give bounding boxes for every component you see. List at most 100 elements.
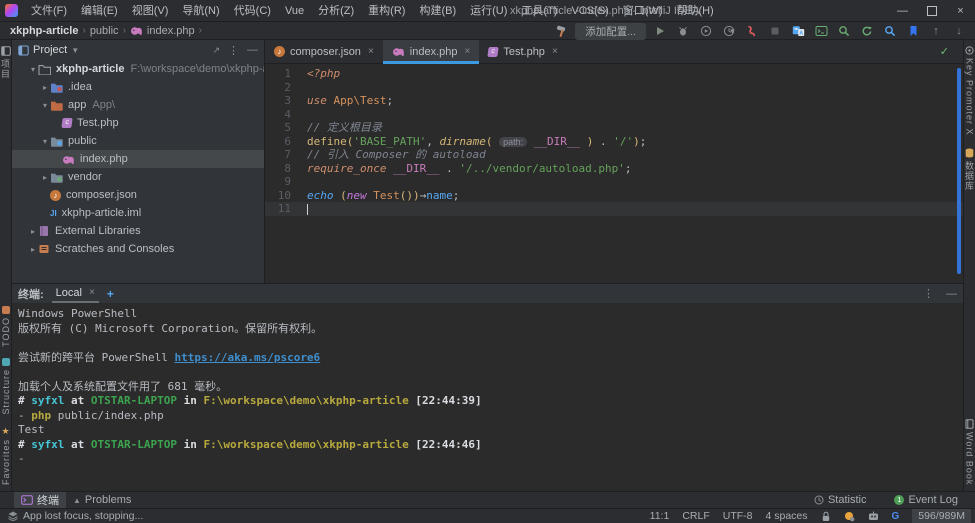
close-icon[interactable]: ×: [552, 46, 558, 57]
code-line: 7// 引入 Composer 的 autoload: [265, 148, 963, 162]
menu-item[interactable]: 代码(C): [227, 0, 278, 22]
profiler-icon[interactable]: ▾: [721, 23, 737, 39]
stripe-button-数据库[interactable]: 数据库: [963, 148, 975, 191]
stop-icon[interactable]: [767, 23, 783, 39]
line-ending-widget[interactable]: CRLF: [682, 510, 709, 522]
editor-tab-Test.php[interactable]: cTest.php×: [479, 40, 566, 63]
stripe-button-Key Promoter X[interactable]: Key Promoter X: [965, 46, 975, 136]
menu-item[interactable]: 文件(F): [24, 0, 74, 22]
tree-item-composer.json[interactable]: ♪composer.json: [12, 186, 264, 204]
tree-chevron-icon[interactable]: ▸: [28, 227, 38, 236]
terminal-output[interactable]: Windows PowerShell版权所有 (C) Microsoft Cor…: [12, 303, 963, 467]
notification-gear-icon[interactable]: [844, 511, 855, 522]
code-line: 3use App\Test;: [265, 94, 963, 108]
translate-icon[interactable]: [790, 23, 806, 39]
editor-tab-composer.json[interactable]: ♪composer.json×: [265, 40, 383, 63]
tree-item-vendor[interactable]: ▸vendor: [12, 168, 264, 186]
tree-item-index.php[interactable]: index.php: [12, 150, 264, 168]
stripe-button-Favorites[interactable]: ★Favorites: [1, 427, 11, 485]
lock-icon[interactable]: [821, 511, 831, 522]
hide-panel-icon[interactable]: —: [247, 44, 258, 57]
clock-icon: [814, 495, 824, 505]
stripe-button-Structure[interactable]: Structure: [1, 358, 11, 415]
menu-item[interactable]: 运行(U): [463, 0, 514, 22]
tree-item-xkphp-article.iml[interactable]: JIxkphp-article.iml: [12, 204, 264, 222]
breadcrumb-item[interactable]: index.php: [147, 25, 195, 37]
build-hammer-icon[interactable]: [553, 23, 569, 39]
terminal-line: # syfxl at OTSTAR-LAPTOP in F:\workspace…: [18, 394, 963, 409]
stripe-button-TODO[interactable]: TODO: [1, 306, 11, 347]
inspection-ok-icon[interactable]: ✓: [940, 45, 949, 58]
stripe-button-项目[interactable]: 项目: [0, 46, 12, 79]
menu-item[interactable]: 编辑(E): [74, 0, 125, 22]
close-button[interactable]: ×: [946, 0, 975, 22]
run-icon[interactable]: [652, 23, 668, 39]
project-view-selector[interactable]: Project: [33, 44, 67, 56]
tree-item-Scratches and Consoles[interactable]: ▸Scratches and Consoles: [12, 240, 264, 258]
replace-icon[interactable]: [859, 23, 875, 39]
coverage-icon[interactable]: [698, 23, 714, 39]
tree-chevron-icon[interactable]: ▾: [40, 101, 50, 110]
run-configuration-selector[interactable]: 添加配置...: [575, 23, 646, 40]
tree-item-app[interactable]: ▾appApp\: [12, 96, 264, 114]
terminal-link[interactable]: https://aka.ms/pscore6: [174, 351, 320, 364]
options-menu-icon[interactable]: ⋮: [228, 44, 239, 57]
tree-item-.idea[interactable]: ▸.idea: [12, 78, 264, 96]
background-tasks-icon[interactable]: [8, 511, 18, 521]
tree-item-public[interactable]: ▾public: [12, 132, 264, 150]
hide-panel-icon[interactable]: —: [946, 287, 957, 300]
options-menu-icon[interactable]: ⋮: [923, 287, 934, 300]
minimize-button[interactable]: —: [888, 0, 917, 22]
find-icon[interactable]: [882, 23, 898, 39]
toolwindow-terminal-button[interactable]: 终端: [14, 492, 66, 508]
memory-indicator[interactable]: 596/989M: [912, 509, 971, 523]
maximize-button[interactable]: [917, 0, 946, 22]
menu-item[interactable]: 导航(N): [175, 0, 226, 22]
toolwindow-problems-button[interactable]: ▲ Problems: [66, 492, 138, 508]
debug-icon[interactable]: [675, 23, 691, 39]
breadcrumb-item[interactable]: public: [90, 25, 119, 37]
tree-chevron-icon[interactable]: ▸: [40, 83, 50, 92]
menu-item[interactable]: Vue: [278, 0, 311, 22]
terminal-panel-title: 终端:: [18, 286, 44, 302]
menu-item[interactable]: 分析(Z): [311, 0, 361, 22]
new-terminal-session-button[interactable]: +: [107, 287, 114, 301]
toolwindow-statistic-button[interactable]: Statistic: [807, 494, 874, 506]
tree-item-label: xkphp-article: [56, 63, 124, 75]
menu-item[interactable]: 视图(V): [125, 0, 176, 22]
source-folder-icon: [50, 100, 63, 111]
tree-chevron-icon[interactable]: ▾: [40, 137, 50, 146]
code-editor[interactable]: 1<?php23use App\Test;45// 定义根目录6define('…: [265, 64, 963, 283]
indent-widget[interactable]: 4 spaces: [765, 510, 807, 522]
encoding-widget[interactable]: UTF-8: [723, 510, 753, 522]
tree-item-Test.php[interactable]: cTest.php: [12, 114, 264, 132]
editor-tab-index.php[interactable]: index.php×: [383, 40, 480, 63]
menu-item[interactable]: 构建(B): [412, 0, 463, 22]
php-file-icon: [62, 154, 75, 165]
tree-chevron-icon[interactable]: ▾: [28, 65, 38, 74]
toolwindow-event-log-button[interactable]: 1 Event Log: [887, 494, 965, 506]
close-icon[interactable]: ×: [465, 46, 471, 57]
caret-position-widget[interactable]: 11:1: [650, 510, 670, 522]
tree-item-xkphp-article[interactable]: ▾xkphp-articleF:\workspace\demo\xkphp-ar…: [12, 60, 264, 78]
robot-plugin-icon[interactable]: [868, 511, 879, 521]
menu-item[interactable]: 重构(R): [361, 0, 412, 22]
php-class-icon: c: [488, 47, 498, 57]
navigate-down-icon[interactable]: ↓: [951, 23, 967, 39]
navigate-up-icon[interactable]: ↑: [928, 23, 944, 39]
search-green-icon[interactable]: [836, 23, 852, 39]
attach-debugger-icon[interactable]: [744, 23, 760, 39]
terminal-tab-local[interactable]: Local ×: [52, 284, 99, 303]
select-opened-file-icon[interactable]: ↗: [212, 44, 220, 57]
breadcrumb-item[interactable]: xkphp-article: [10, 25, 78, 37]
editor-scrollbar[interactable]: [957, 68, 961, 274]
run-anything-icon[interactable]: [813, 23, 829, 39]
google-translate-icon[interactable]: G: [892, 511, 900, 522]
tree-item-External Libraries[interactable]: ▸External Libraries: [12, 222, 264, 240]
close-icon[interactable]: ×: [89, 287, 95, 298]
tree-chevron-icon[interactable]: ▸: [28, 245, 38, 254]
close-icon[interactable]: ×: [368, 46, 374, 57]
tree-chevron-icon[interactable]: ▸: [40, 173, 50, 182]
bookmark-icon[interactable]: [905, 23, 921, 39]
stripe-button-Word Book[interactable]: Word Book: [965, 419, 975, 485]
